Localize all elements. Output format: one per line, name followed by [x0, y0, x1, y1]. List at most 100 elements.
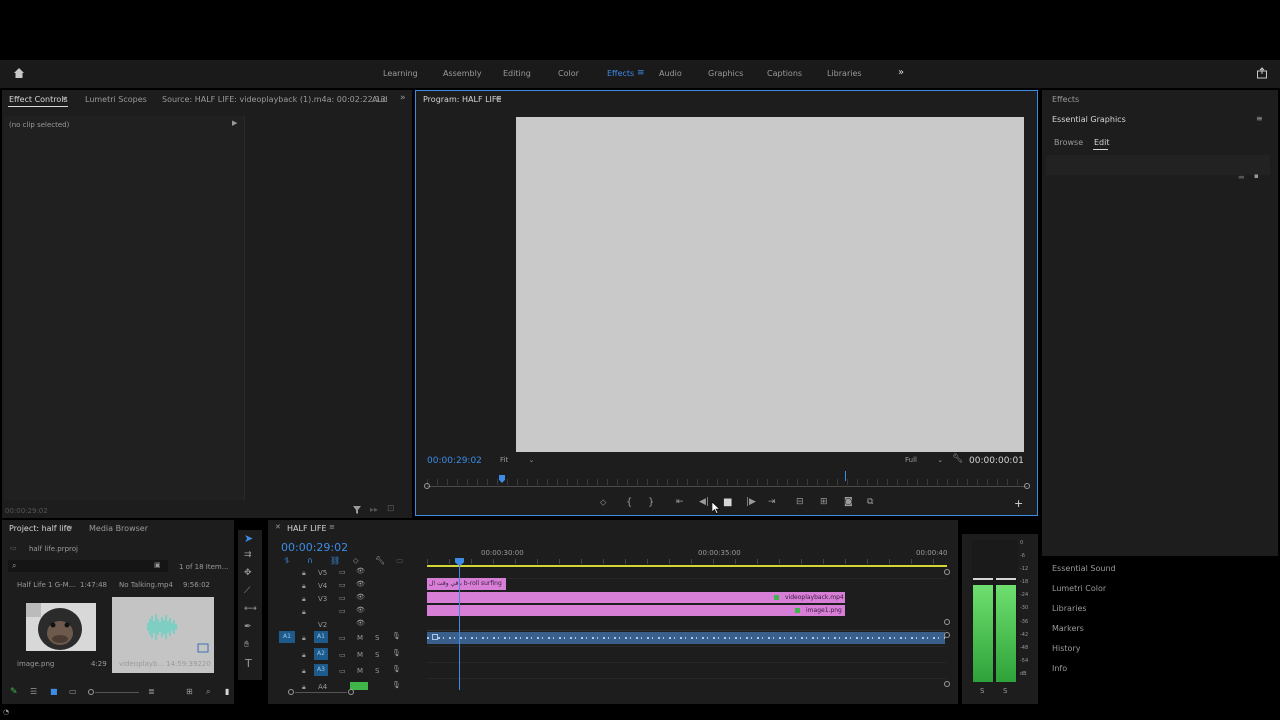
stop-icon[interactable]: ■	[723, 498, 732, 508]
right-item-history[interactable]: History	[1052, 644, 1080, 653]
scroll-handle-right[interactable]	[348, 689, 354, 695]
video-clip[interactable]: videoplayback.mp4	[427, 592, 845, 603]
workspace-tab-captions[interactable]: Captions	[767, 69, 802, 78]
workspace-tab-libraries[interactable]: Libraries	[827, 69, 862, 78]
snap-icon[interactable]: ∩	[307, 557, 313, 565]
track-lock-icon[interactable]: 🔒︎	[302, 667, 306, 676]
track-label-v3[interactable]: V3	[318, 595, 327, 603]
microphone-icon[interactable]: 🎙︎	[392, 681, 401, 689]
type-tool-icon[interactable]: T	[245, 658, 252, 669]
more-workspaces-icon[interactable]: »	[898, 68, 904, 78]
right-item-lumetri-color[interactable]: Lumetri Color	[1052, 584, 1106, 593]
essential-graphics-title[interactable]: Essential Graphics	[1052, 115, 1126, 124]
new-folder-icon[interactable]: ▬	[1238, 174, 1245, 181]
track-label-v4[interactable]: V4	[318, 582, 327, 590]
comparison-view-icon[interactable]: ⧉	[867, 498, 873, 507]
solo-button[interactable]: S	[375, 651, 379, 659]
title-clip[interactable]: باقي وقت ال b-roll surfing	[427, 578, 506, 590]
work-area-bar[interactable]	[427, 565, 947, 567]
zoom-slider-handle[interactable]	[88, 689, 94, 695]
tab-project[interactable]: Project: half life	[9, 524, 71, 533]
track-lock-icon[interactable]: 🔒︎	[302, 569, 306, 578]
track-lock-icon[interactable]: 🔒︎	[302, 634, 306, 643]
eye-icon[interactable]: 👁︎	[356, 580, 365, 588]
more-tabs-icon[interactable]: »	[400, 94, 406, 103]
track-lock-icon[interactable]: 🔒︎	[302, 651, 306, 660]
track-label-v2[interactable]: V2	[318, 621, 327, 629]
step-forward-icon[interactable]: |▶	[746, 498, 756, 507]
project-search-input[interactable]: ⌕	[8, 560, 168, 572]
sequence-menu-icon[interactable]: ≡	[329, 524, 335, 531]
eye-icon[interactable]: 👁︎	[356, 619, 365, 627]
solo-button[interactable]: S	[375, 634, 379, 642]
quality-dropdown[interactable]: Full ⌄	[905, 456, 943, 464]
toggle-sync-icon[interactable]: ▭	[339, 634, 346, 642]
filter-icon[interactable]	[352, 505, 362, 517]
icon-view-icon[interactable]: ■	[50, 688, 58, 696]
solo-left-button[interactable]: S	[980, 687, 984, 695]
tab-browse[interactable]: Browse	[1054, 138, 1083, 147]
expand-arrow-icon[interactable]: ▶	[232, 120, 237, 127]
new-search-bin-icon[interactable]: ▣	[154, 562, 161, 569]
fit-dropdown[interactable]: Fit ⌄	[500, 456, 534, 464]
workspace-tab-learning[interactable]: Learning	[383, 69, 418, 78]
sort-icon[interactable]: ≣	[148, 688, 155, 696]
pencil-icon[interactable]: ✎	[10, 688, 18, 697]
program-scrubber[interactable]	[424, 471, 1030, 491]
razor-tool-icon[interactable]: ⟋	[244, 587, 250, 596]
microphone-icon[interactable]: 🎙︎	[392, 632, 401, 640]
right-item-markers[interactable]: Markers	[1052, 624, 1084, 633]
linked-selection-icon[interactable]: ⛓︎	[330, 557, 340, 565]
project-menu-icon[interactable]: ≡	[66, 524, 73, 532]
tab-lumetri-scopes[interactable]: Lumetri Scopes	[85, 95, 147, 104]
workspace-tab-effects[interactable]: Effects	[607, 69, 634, 78]
go-to-in-icon[interactable]: ⇤	[676, 498, 684, 507]
panel-menu-icon[interactable]: ≡	[61, 95, 68, 103]
add-marker-timeline-icon[interactable]: ⬦	[353, 557, 359, 565]
solo-right-button[interactable]: S	[1003, 687, 1007, 695]
hand-tool-icon[interactable]: ✋︎	[244, 641, 249, 650]
mark-out-icon[interactable]: }	[648, 498, 654, 508]
tab-effect-controls[interactable]: Effect Controls	[9, 95, 68, 104]
image-clip[interactable]: image1.png	[427, 605, 845, 616]
workspace-tab-audio[interactable]: Audio	[659, 69, 682, 78]
workspace-menu-icon[interactable]: ≡	[637, 69, 645, 78]
microphone-icon[interactable]: 🎙︎	[392, 649, 401, 657]
track-lock-icon[interactable]: 🔒︎	[302, 608, 306, 617]
share-icon[interactable]	[1256, 67, 1268, 81]
track-lock-icon[interactable]: 🔒︎	[302, 582, 306, 591]
track-select-tool-icon[interactable]: ⇉	[244, 551, 252, 560]
scroll-handle-left[interactable]	[288, 689, 294, 695]
workspace-tab-editing[interactable]: Editing	[503, 69, 531, 78]
toggle-sync-icon[interactable]: ▭	[339, 607, 346, 615]
selection-tool-icon[interactable]: ➤	[244, 533, 253, 544]
export-frame-icon[interactable]: ⊡	[387, 505, 395, 514]
timeline-bottom-handle[interactable]	[944, 681, 950, 687]
tab-source[interactable]: Source: HALF LIFE: videoplayback (1).m4a…	[162, 95, 386, 104]
toggle-sync-icon[interactable]: ▭	[339, 651, 346, 659]
essential-graphics-menu-icon[interactable]: ≡	[1256, 115, 1263, 123]
play-only-audio-icon[interactable]: ▸▸	[370, 506, 378, 514]
track-label-a2[interactable]: A2	[314, 648, 328, 660]
timeline-zoom-scroll[interactable]	[288, 689, 358, 695]
toggle-sync-icon[interactable]: ▭	[339, 581, 346, 589]
track-label-a1[interactable]: A1	[314, 631, 328, 643]
new-item-icon[interactable]: ▪	[1254, 173, 1259, 180]
freeform-view-icon[interactable]: ▭	[69, 688, 77, 696]
toggle-sync-icon[interactable]: ▭	[339, 667, 346, 675]
new-bin-icon[interactable]: ▮	[225, 688, 229, 696]
home-icon[interactable]	[12, 67, 26, 81]
microphone-icon[interactable]: 🎙︎	[392, 665, 401, 673]
workspace-tab-color[interactable]: Color	[558, 69, 579, 78]
close-icon[interactable]: ✕	[275, 524, 281, 531]
captions-icon[interactable]: ▭	[396, 557, 404, 565]
scrubber-end-handle[interactable]	[1024, 483, 1030, 489]
track-label-v5[interactable]: V5	[318, 569, 327, 577]
tab-media-browser[interactable]: Media Browser	[89, 524, 148, 533]
source-patch-a1[interactable]: A1	[279, 631, 295, 643]
extract-icon[interactable]: ⊞	[820, 498, 828, 507]
go-to-out-icon[interactable]: ⇥	[768, 498, 776, 507]
button-editor-icon[interactable]: +	[1014, 498, 1023, 509]
ripple-edit-tool-icon[interactable]: ✥	[244, 569, 252, 578]
eye-icon[interactable]: 👁︎	[356, 593, 365, 601]
